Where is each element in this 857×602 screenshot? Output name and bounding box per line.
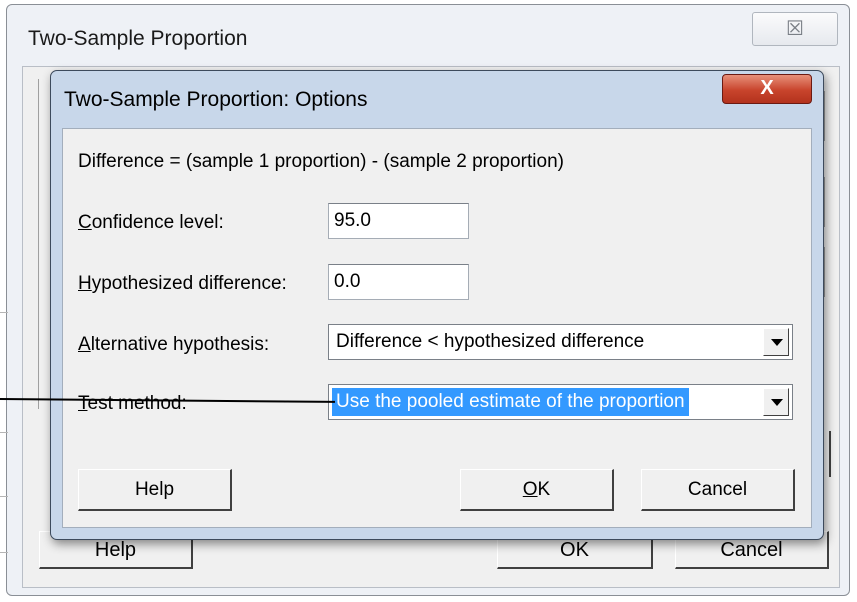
hypothesized-difference-input[interactable]: 0.0 xyxy=(328,264,469,300)
difference-definition: Difference = (sample 1 proportion) - (sa… xyxy=(78,151,564,172)
alternative-hypothesis-label-text: lternative hypothesis: xyxy=(90,334,270,355)
test-method-mnemonic: T xyxy=(78,393,88,414)
background-grid-line xyxy=(0,432,8,433)
hypothesized-difference-mnemonic: H xyxy=(78,273,92,294)
chevron-down-icon[interactable] xyxy=(763,328,789,356)
chevron-down-icon[interactable] xyxy=(763,388,789,416)
parent-close-button[interactable]: ☒ xyxy=(752,12,838,46)
parent-window-title: Two-Sample Proportion xyxy=(28,27,248,50)
confidence-level-label-text: onfidence level: xyxy=(91,212,224,233)
test-method-label: Test method: xyxy=(78,393,187,415)
test-method-select[interactable]: Use the pooled estimate of the proportio… xyxy=(328,384,793,420)
test-method-value: Use the pooled estimate of the proportio… xyxy=(332,388,689,416)
alternative-hypothesis-select[interactable]: Difference < hypothesized difference xyxy=(328,324,793,360)
ok-label-text: K xyxy=(537,479,551,500)
parent-list-border xyxy=(38,79,39,409)
background-grid-line xyxy=(0,552,8,553)
alternative-hypothesis-label: Alternative hypothesis: xyxy=(78,334,269,356)
hypothesized-difference-label-text: ypothesized difference: xyxy=(91,273,287,294)
background-grid-line xyxy=(0,312,8,313)
parent-fragment xyxy=(829,431,831,477)
alternative-hypothesis-mnemonic: A xyxy=(78,334,91,355)
background-grid-line xyxy=(0,496,8,497)
hypothesized-difference-label: Hypothesized difference: xyxy=(78,273,287,295)
options-dialog-title: Two-Sample Proportion: Options xyxy=(64,88,368,111)
confidence-level-mnemonic: C xyxy=(78,212,92,233)
options-close-button[interactable]: X xyxy=(722,74,812,104)
ok-mnemonic: O xyxy=(522,479,538,500)
help-button[interactable]: Help xyxy=(78,469,232,511)
test-method-label-text: est method: xyxy=(87,393,187,414)
confidence-level-input[interactable]: 95.0 xyxy=(328,203,469,239)
alternative-hypothesis-value: Difference < hypothesized difference xyxy=(336,331,645,352)
ok-button[interactable]: OK xyxy=(460,469,614,511)
confidence-level-label: Confidence level: xyxy=(78,212,224,234)
close-icon: ☒ xyxy=(786,18,804,40)
cancel-button[interactable]: Cancel xyxy=(641,469,795,511)
close-icon: X xyxy=(760,77,774,99)
